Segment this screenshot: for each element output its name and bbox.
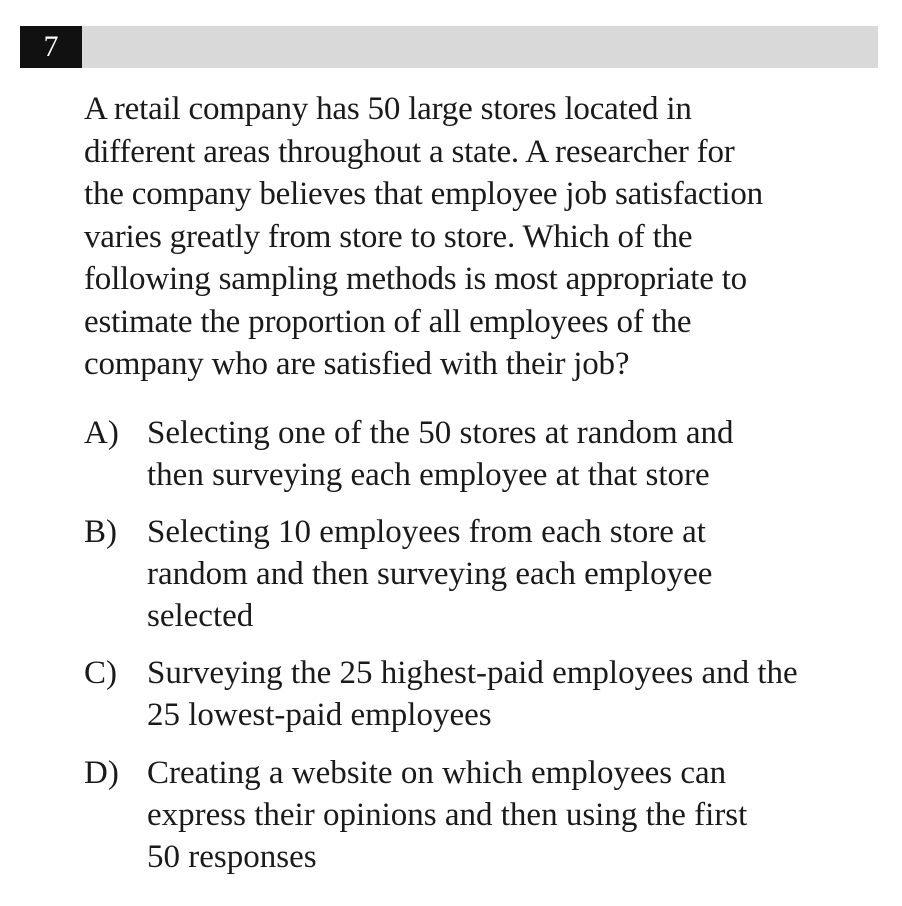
choice-text-line: selected — [147, 598, 254, 634]
choice-text: Selecting one of the 50 stores at random… — [147, 412, 887, 496]
question-stem-line: A retail company has 50 large stores loc… — [84, 91, 692, 127]
choice-text-line: random and then surveying each employee — [147, 556, 713, 592]
choice-letter: A) — [84, 415, 119, 451]
choice-text-line: 25 lowest-paid employees — [147, 697, 492, 733]
choice-letter: D) — [84, 755, 119, 791]
choice-text-line: 50 responses — [147, 839, 317, 875]
choice-letter: B) — [84, 514, 117, 550]
choice-text-line: then surveying each employee at that sto… — [147, 457, 710, 493]
choice-text-line: Creating a website on which employees ca… — [147, 755, 727, 791]
choice-text: Surveying the 25 highest-paid employees … — [147, 652, 887, 736]
question-header-bar: 7 — [20, 26, 878, 68]
question-stem-line: estimate the proportion of all employees… — [84, 303, 692, 340]
question-stem-line: following sampling methods is most appro… — [84, 261, 747, 297]
choice-text-line: Surveying the 25 highest-paid employees … — [147, 655, 798, 691]
choice-letter: C) — [84, 655, 117, 691]
question-stem-line: the company believes that employee job s… — [84, 176, 763, 212]
choice-text: Selecting 10 employees from each store a… — [147, 511, 887, 637]
choice-text-line: express their opinions and then using th… — [147, 797, 748, 833]
choice-text: Creating a website on which employees ca… — [147, 752, 887, 878]
question-stem: A retail company has 50 large stores loc… — [84, 88, 874, 386]
choice-text-line: Selecting 10 employees from each store a… — [147, 514, 706, 550]
question-number-badge: 7 — [20, 26, 82, 68]
choice-text-line: Selecting one of the 50 stores at random… — [147, 415, 734, 451]
question-stem-line: different areas throughout a state. A re… — [84, 133, 735, 170]
question-stem-line: company who are satisfied with their job… — [84, 346, 630, 382]
question-stem-line: varies greatly from store to store. Whic… — [84, 218, 693, 255]
